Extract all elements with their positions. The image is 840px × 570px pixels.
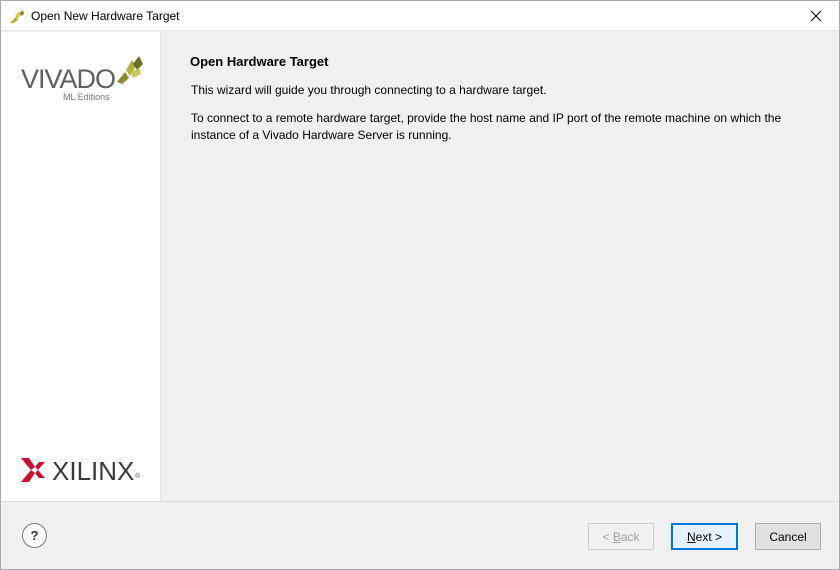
xilinx-logo-word: XILINX bbox=[52, 456, 135, 486]
wizard-footer: ? < Back Next > Cancel bbox=[1, 501, 839, 569]
help-button[interactable]: ? bbox=[22, 523, 47, 548]
vivado-logo: VIVADO ML Editions bbox=[21, 54, 146, 106]
vivado-logo-subtitle: ML Editions bbox=[63, 92, 110, 102]
xilinx-registered-mark: ® bbox=[135, 473, 141, 480]
intro-text: This wizard will guide you through conne… bbox=[191, 83, 547, 97]
page-title: Open Hardware Target bbox=[190, 54, 329, 69]
back-button-label: < Back bbox=[602, 529, 640, 544]
cancel-button[interactable]: Cancel bbox=[755, 523, 821, 550]
vivado-app-icon bbox=[10, 10, 24, 23]
wizard-content: Open Hardware Target This wizard will gu… bbox=[162, 32, 839, 501]
description-text: To connect to a remote hardware target, … bbox=[191, 111, 782, 142]
wizard-sidebar: VIVADO ML Editions XILINX ® bbox=[1, 32, 161, 501]
next-button-label: Next > bbox=[686, 529, 723, 544]
xilinx-mark-icon bbox=[21, 458, 45, 482]
wizard-window: Open New Hardware Target VIVADO ML Editi… bbox=[0, 0, 840, 570]
vivado-leaf-icon bbox=[117, 56, 143, 84]
vivado-logo-word: VIVADO bbox=[21, 64, 116, 94]
cancel-button-label: Cancel bbox=[769, 529, 807, 544]
help-icon: ? bbox=[30, 528, 39, 543]
next-button[interactable]: Next > bbox=[671, 523, 738, 550]
title-bar[interactable]: Open New Hardware Target bbox=[1, 1, 839, 31]
close-button[interactable] bbox=[793, 1, 839, 31]
close-icon bbox=[810, 10, 822, 22]
window-title: Open New Hardware Target bbox=[31, 9, 180, 23]
xilinx-logo: XILINX ® bbox=[21, 456, 151, 488]
back-button[interactable]: < Back bbox=[588, 523, 654, 550]
